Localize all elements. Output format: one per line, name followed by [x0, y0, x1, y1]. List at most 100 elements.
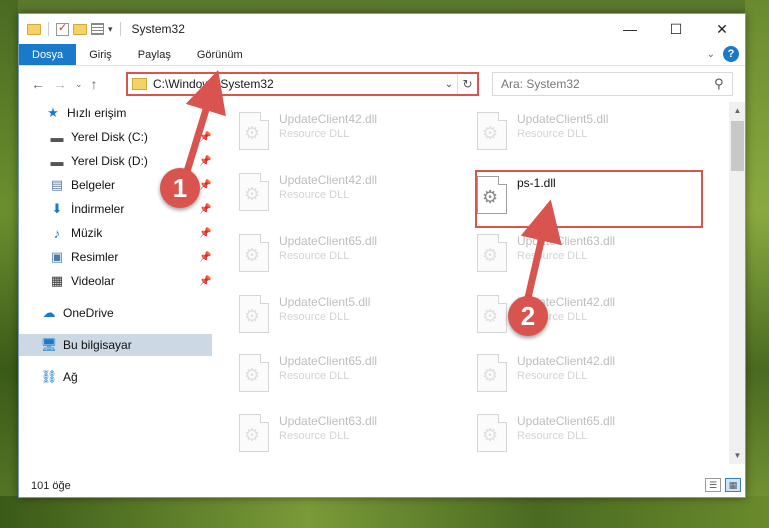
navigation-buttons: ← → ⌄ ↑ — [19, 76, 123, 92]
dll-file-icon: ⚙ — [477, 234, 507, 272]
nav-item-onedrive[interactable]: ☁ OneDrive — [19, 302, 214, 324]
search-icon[interactable]: ⚲ — [714, 76, 732, 92]
folder-icon — [27, 23, 41, 35]
close-button[interactable]: ✕ — [699, 14, 745, 44]
file-type: Resource DLL — [517, 250, 588, 262]
recent-locations-chevron-icon[interactable]: ⌄ — [75, 79, 83, 90]
file-type: Resource DLL — [279, 370, 350, 382]
quick-access-toolbar: ▾ — [19, 21, 124, 36]
file-type: Resource DLL — [517, 370, 588, 382]
address-bar[interactable]: C:\Windows\System32 ⌄ ↻ — [126, 72, 479, 96]
cloud-icon: ☁ — [42, 305, 56, 320]
tab-view[interactable]: Görünüm — [184, 44, 256, 65]
tab-home[interactable]: Giriş — [76, 44, 125, 65]
file-item[interactable]: ⚙ UpdateClient65.dll Resource DLL — [219, 350, 449, 400]
file-item[interactable]: ⚙ UpdateClient42.dll Resource DLL — [219, 169, 449, 219]
pin-icon[interactable]: 📌 — [199, 132, 211, 143]
divider — [48, 22, 49, 36]
properties-icon[interactable] — [91, 23, 104, 35]
address-row: ← → ⌄ ↑ C:\Windows\System32 ⌄ ↻ Ara: Sys… — [19, 66, 745, 102]
file-item[interactable]: ⚙ UpdateClient42.dll Resource DLL — [219, 108, 449, 158]
refresh-icon[interactable]: ↻ — [457, 74, 477, 94]
help-icon[interactable]: ? — [723, 46, 739, 62]
nav-item-local-disk-c[interactable]: ▬ Yerel Disk (C:) 📌 — [19, 126, 214, 148]
scroll-down-arrow-icon[interactable]: ▼ — [729, 447, 745, 464]
nav-item-label: Belgeler — [71, 178, 116, 192]
nav-item-label: İndirmeler — [71, 202, 125, 216]
minimize-button[interactable]: — — [607, 14, 653, 44]
file-item[interactable]: ⚙ UpdateClient63.dll Resource DLL — [457, 230, 687, 280]
vertical-scrollbar[interactable]: ▲ ▼ — [729, 102, 745, 464]
forward-arrow-icon[interactable]: → — [53, 76, 67, 92]
star-icon: ★ — [47, 105, 59, 120]
window-controls: — ☐ ✕ — [607, 14, 745, 44]
pin-icon[interactable]: 📌 — [199, 180, 211, 191]
nav-item-music[interactable]: ♪ Müzik 📌 — [19, 222, 214, 244]
file-type: Resource DLL — [517, 430, 588, 442]
up-arrow-icon[interactable]: ↑ — [91, 76, 98, 92]
back-arrow-icon[interactable]: ← — [31, 76, 45, 92]
dll-file-icon: ⚙ — [239, 112, 269, 150]
search-box[interactable]: Ara: System32 ⚲ — [492, 72, 733, 96]
file-type: Resource DLL — [279, 189, 350, 201]
expand-ribbon-chevron-icon[interactable]: ⌄ — [707, 49, 715, 60]
file-item[interactable]: ⚙ UpdateClient42.dll Resource DLL — [457, 350, 687, 400]
file-name: UpdateClient65.dll — [279, 234, 378, 248]
nav-item-label: Müzik — [71, 226, 103, 240]
file-name: UpdateClient5.dll — [279, 295, 371, 309]
nav-item-this-pc[interactable]: 🖥 Bu bilgisayar — [19, 334, 212, 356]
nav-item-pictures[interactable]: ▣ Resimler 📌 — [19, 246, 214, 268]
annotation-step-2: 2 — [508, 296, 548, 336]
dll-file-icon: ⚙ — [239, 414, 269, 452]
dll-file-icon: ⚙ — [239, 295, 269, 333]
download-icon: ⬇ — [51, 201, 63, 216]
dll-file-icon: ⚙ — [239, 173, 269, 211]
search-input[interactable]: Ara: System32 — [501, 77, 714, 91]
tab-file[interactable]: Dosya — [19, 44, 77, 65]
file-type: Resource DLL — [517, 128, 588, 140]
view-switcher: ☰ ▦ — [705, 478, 741, 492]
nav-item-network[interactable]: ⛓ Ağ — [19, 366, 214, 388]
pin-icon[interactable]: 📌 — [199, 156, 211, 167]
scroll-up-arrow-icon[interactable]: ▲ — [729, 102, 745, 119]
file-item[interactable]: ⚙ UpdateClient5.dll Resource DLL — [457, 108, 687, 158]
scrollbar-thumb[interactable] — [731, 121, 744, 171]
maximize-button[interactable]: ☐ — [653, 14, 699, 44]
nav-item-videos[interactable]: ▦ Videolar 📌 — [19, 270, 214, 292]
computer-icon: 🖥 — [40, 337, 58, 352]
address-path[interactable]: C:\Windows\System32 — [153, 77, 441, 91]
music-icon: ♪ — [53, 225, 61, 241]
nav-item-label: Hızlı erişim — [67, 106, 127, 120]
videos-icon: ▦ — [50, 273, 64, 288]
tab-share[interactable]: Paylaş — [125, 44, 184, 65]
file-item[interactable]: ⚙ UpdateClient65.dll Resource DLL — [219, 230, 449, 280]
new-folder-icon[interactable] — [73, 23, 87, 35]
properties-check-icon[interactable] — [56, 21, 69, 36]
file-name: UpdateClient63.dll — [279, 414, 378, 428]
desktop-background-bottom — [0, 496, 769, 528]
customize-toolbar-chevron-icon[interactable]: ▾ — [108, 24, 113, 35]
nav-item-quick-access[interactable]: ★ Hızlı erişim — [19, 102, 214, 124]
explorer-window: ▾ System32 — ☐ ✕ Dosya Giriş Paylaş Görü… — [18, 13, 746, 498]
pin-icon[interactable]: 📌 — [199, 204, 211, 215]
nav-item-label: Yerel Disk (C:) — [71, 130, 148, 144]
gear-icon: ⚙ — [244, 306, 261, 326]
folder-icon — [132, 78, 147, 90]
title-bar: ▾ System32 — ☐ ✕ — [19, 14, 745, 44]
nav-item-label: Resimler — [71, 250, 119, 264]
large-icons-view-icon[interactable]: ▦ — [725, 478, 741, 492]
pin-icon[interactable]: 📌 — [199, 228, 211, 239]
dll-file-icon: ⚙ — [477, 295, 507, 333]
file-item[interactable]: ⚙ UpdateClient42.dll Resource DLL — [457, 291, 687, 341]
file-item[interactable]: ⚙ UpdateClient5.dll Resource DLL — [219, 291, 449, 341]
pin-icon[interactable]: 📌 — [199, 252, 211, 263]
pin-icon[interactable]: 📌 — [199, 276, 211, 287]
file-item[interactable]: ⚙ UpdateClient65.dll Resource DLL — [457, 410, 687, 460]
file-name: UpdateClient42.dll — [279, 112, 378, 126]
address-history-chevron-icon[interactable]: ⌄ — [441, 79, 457, 90]
drive-icon: ▬ — [50, 129, 64, 145]
file-item[interactable]: ⚙ UpdateClient63.dll Resource DLL — [219, 410, 449, 460]
gear-icon: ⚙ — [482, 245, 499, 265]
details-view-icon[interactable]: ☰ — [705, 478, 721, 492]
gear-icon: ⚙ — [244, 123, 261, 143]
